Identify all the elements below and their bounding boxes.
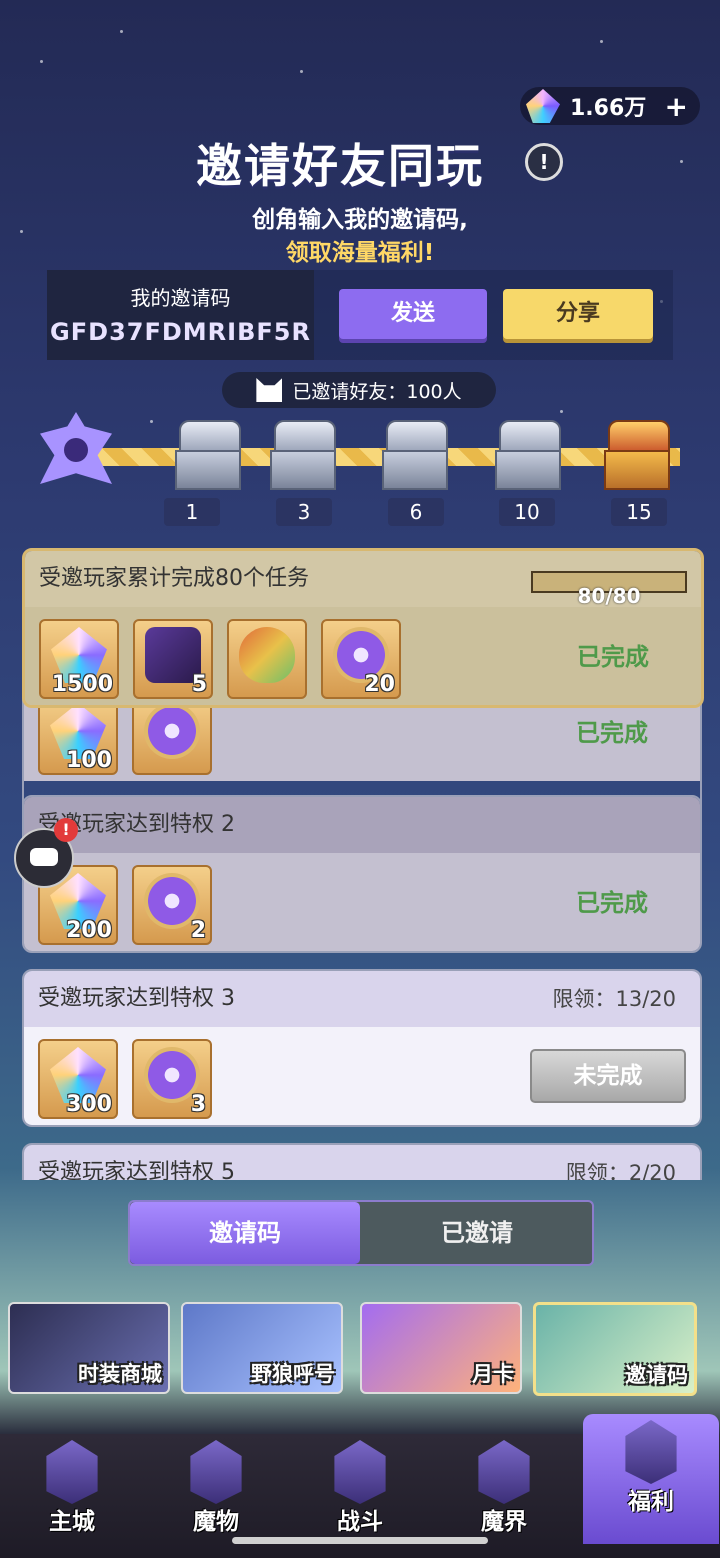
milestone-label: 10	[499, 498, 555, 526]
invite-code-value: GFD37FDMRIBF5R	[50, 318, 311, 346]
gift-chest-icon	[625, 1420, 677, 1484]
portal-icon	[478, 1440, 530, 1504]
incomplete-button[interactable]: 未完成	[530, 1049, 686, 1103]
shop-card-wolf[interactable]: 野狼呼号	[181, 1302, 343, 1394]
milestone-track	[80, 448, 680, 466]
invite-code-panel: 我的邀请码 GFD37FDMRIBF5R 发送 分享	[47, 270, 673, 360]
gold-chest-icon[interactable]	[604, 420, 670, 490]
home-indicator[interactable]	[232, 1537, 488, 1544]
medal-icon	[144, 703, 200, 759]
task-progress-bar: 80/80	[531, 571, 687, 608]
task-status: 已完成	[576, 889, 648, 917]
invite-code-label: 我的邀请码	[130, 286, 231, 310]
task-title: 受邀玩家累计完成80个任务	[39, 566, 309, 591]
reward-item[interactable]: 5	[133, 619, 213, 699]
task-status: 已完成	[577, 643, 649, 671]
invite-code-display: 我的邀请码 GFD37FDMRIBF5R	[47, 270, 314, 360]
chest-icon[interactable]	[270, 420, 336, 490]
chest-icon[interactable]	[495, 420, 561, 490]
task-title: 受邀玩家达到特权 5	[38, 1160, 235, 1180]
task-limit: 限领：13/20	[552, 987, 676, 1011]
add-currency-button[interactable]: +	[665, 90, 688, 123]
reward-item[interactable]: 300	[38, 1039, 118, 1119]
page-title: 邀请好友同玩	[196, 139, 484, 193]
reward-item[interactable]: 20	[321, 619, 401, 699]
alert-badge-icon: !	[54, 818, 78, 842]
tab-switch: 邀请码 已邀请	[128, 1200, 594, 1266]
star-gem-icon	[526, 89, 560, 123]
invited-count-text: 已邀请好友：100人	[292, 380, 462, 403]
flame-icon	[190, 1440, 242, 1504]
castle-icon	[46, 1440, 98, 1504]
currency-value: 1.66万	[570, 96, 647, 121]
milestone-label: 1	[164, 498, 220, 526]
shield-icon	[334, 1440, 386, 1504]
task-status: 已完成	[576, 719, 648, 747]
tab-invite-code[interactable]: 邀请码	[130, 1202, 360, 1264]
milestone-label: 6	[388, 498, 444, 526]
reward-item[interactable]: 2	[132, 865, 212, 945]
task-title: 受邀玩家达到特权 2	[24, 797, 700, 853]
task-card: 受邀玩家达到特权 3 限领：13/20 300 3 未完成	[22, 969, 702, 1127]
egg-icon	[239, 627, 295, 683]
task-limit: 限领：2/20	[565, 1161, 676, 1180]
shop-card-invite[interactable]: 邀请码	[533, 1302, 697, 1396]
send-button[interactable]: 发送	[339, 289, 487, 339]
milestone-label: 15	[611, 498, 667, 526]
share-button[interactable]: 分享	[503, 289, 653, 339]
tab-invited[interactable]: 已邀请	[362, 1202, 592, 1264]
chest-icon[interactable]	[382, 420, 448, 490]
task-title: 受邀玩家达到特权 3	[38, 986, 235, 1011]
shop-card-monthly[interactable]: 月卡	[360, 1302, 522, 1394]
chest-icon[interactable]	[175, 420, 241, 490]
info-icon[interactable]: !	[525, 143, 563, 181]
task-card: 受邀玩家达到特权 2 200 2 已完成	[22, 795, 702, 953]
nav-welfare[interactable]: 福利	[583, 1414, 719, 1544]
shop-card-fashion[interactable]: 时装商城	[8, 1302, 170, 1394]
milestone-label: 3	[276, 498, 332, 526]
nav-main-city[interactable]: 主城	[0, 1434, 144, 1558]
reward-item[interactable]	[227, 619, 307, 699]
eye-mascot-icon	[40, 412, 112, 484]
cat-icon	[256, 378, 283, 402]
invited-count-badge: 已邀请好友：100人	[222, 372, 496, 408]
currency-display[interactable]: 1.66万 +	[520, 87, 700, 125]
subtitle-line1: 创角输入我的邀请码,	[252, 207, 468, 233]
task-card: 受邀玩家达到特权 5 限领：2/20	[22, 1143, 702, 1180]
task-card-highlight: 受邀玩家累计完成80个任务 80/80 1500 5 20 已完成	[22, 548, 704, 708]
task-list[interactable]: 100 已完成 受邀玩家累计完成80个任务 80/80 1500 5 20 已完…	[0, 545, 720, 1180]
reward-item[interactable]: 1500	[39, 619, 119, 699]
subtitle-line2: 领取海量福利!	[285, 240, 435, 266]
reward-item[interactable]: 3	[132, 1039, 212, 1119]
